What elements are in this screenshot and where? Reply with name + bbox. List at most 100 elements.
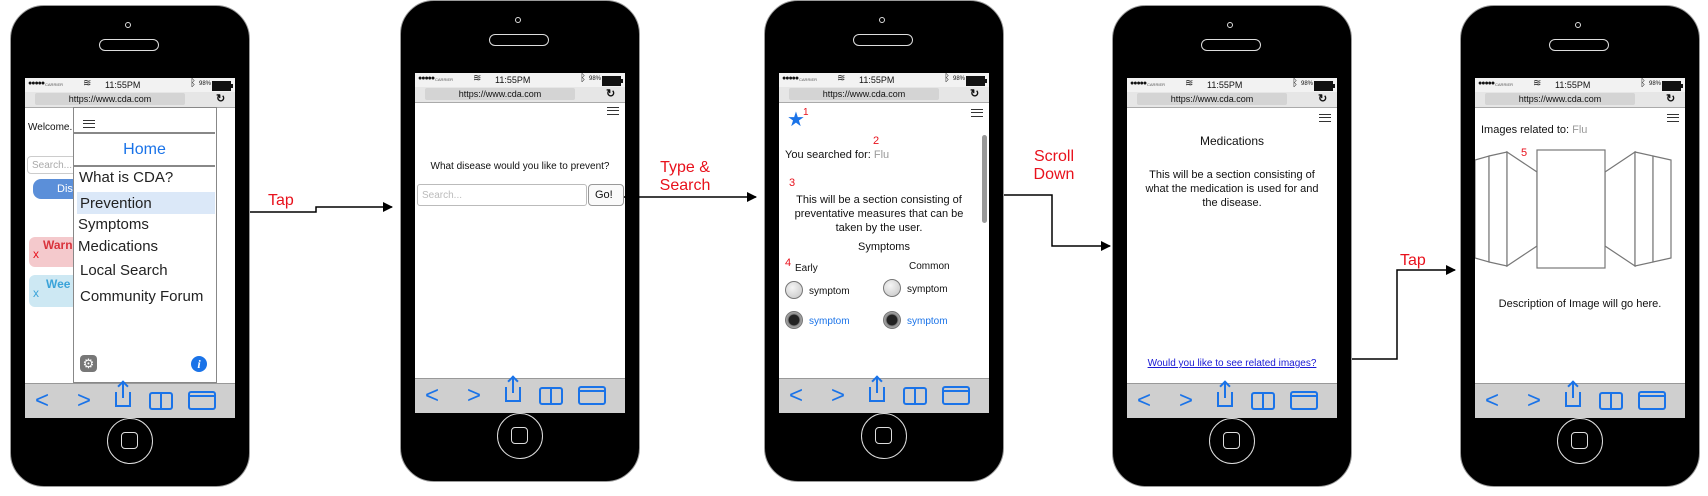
battery-icon [212,81,233,91]
search-placeholder: Search... [32,160,73,171]
share-icon[interactable] [1565,383,1581,407]
tabs-icon[interactable] [578,386,606,405]
wifi-icon: ≋ [1185,78,1194,89]
url-bar[interactable]: https://www.cda.com ↻ [779,87,989,103]
url-bar[interactable]: https://www.cda.com ↻ [25,92,235,108]
symptom-radio-common-1[interactable] [883,279,901,297]
tabs-icon[interactable] [1638,391,1666,410]
bluetooth-icon: ᛒ [1292,78,1298,89]
share-icon[interactable] [869,378,885,402]
phone-2: ●●●●● CARRIER ≋ 11:55PM ᛒ 98% https://ww… [400,0,640,482]
share-icon[interactable] [505,378,521,402]
url-text[interactable]: https://www.cda.com [1137,93,1287,105]
menu-icon[interactable] [607,107,619,115]
menu-item-medications[interactable]: Medications [78,238,158,255]
camera [125,22,131,28]
bookmarks-icon[interactable] [1251,392,1275,410]
menu-item-symptoms[interactable]: Symptoms [78,216,149,233]
back-icon[interactable]: < [35,387,49,415]
back-icon[interactable]: < [425,382,439,410]
image-caption: Description of Image will go here. [1498,298,1662,310]
back-icon[interactable]: < [1485,387,1499,415]
url-text[interactable]: https://www.cda.com [1485,93,1635,105]
camera [1575,22,1581,28]
browser-toolbar: < > [25,383,235,418]
home-button[interactable] [1557,418,1603,464]
url-bar[interactable]: https://www.cda.com ↻ [1127,92,1337,108]
reload-icon[interactable]: ↻ [970,87,979,100]
menu-icon[interactable] [1667,114,1679,122]
reload-icon[interactable]: ↻ [1318,92,1327,105]
speaker [1549,39,1609,51]
share-icon[interactable] [115,383,131,407]
forward-icon[interactable]: > [467,382,481,410]
tabs-icon[interactable] [942,386,970,405]
screen-home-menu: ●●●●● CARRIER ≋ 11:55PM ᛒ 98% https://ww… [25,78,235,418]
url-bar[interactable]: https://www.cda.com ↻ [415,87,625,103]
tabs-icon[interactable] [1290,391,1318,410]
back-icon[interactable]: < [1137,387,1151,415]
tabs-icon[interactable] [188,391,216,410]
menu-item-home[interactable]: Home [74,141,215,159]
home-button[interactable] [107,418,153,464]
forward-icon[interactable]: > [1527,387,1541,415]
cover-flow-carousel[interactable] [1475,142,1685,282]
medications-heading: Medications [1199,134,1265,148]
symptom-radio-early-2[interactable] [785,311,803,329]
battery-percent: 98% [953,76,966,82]
home-button[interactable] [861,413,907,459]
url-bar[interactable]: https://www.cda.com ↻ [1475,92,1685,108]
info-icon[interactable]: i [191,356,207,372]
forward-icon[interactable]: > [77,387,91,415]
forward-icon[interactable]: > [831,382,845,410]
symptom-radio-early-1[interactable] [785,281,803,299]
close-icon[interactable]: x [33,247,39,261]
bookmarks-icon[interactable] [149,392,173,410]
carousel-image-left-2 [1488,151,1508,267]
menu-item-what-is-cda[interactable]: What is CDA? [79,169,173,186]
speaker [99,39,159,51]
symptom-label: symptom [907,284,948,295]
battery-icon [602,76,623,86]
status-bar: ●●●●● CARRIER ≋ 11:55PM ᛒ 98% [779,73,989,87]
menu-icon[interactable] [971,109,983,117]
go-button[interactable]: Go! [588,184,624,206]
close-icon[interactable]: x [33,286,39,300]
scrollbar[interactable] [982,135,987,223]
reload-icon[interactable]: ↻ [216,92,225,105]
home-button[interactable] [1209,418,1255,464]
status-time: 11:55PM [495,75,531,85]
settings-icon[interactable]: ⚙ [80,355,97,372]
warning-alert-text: Warn [43,238,73,252]
battery-percent: 98% [589,76,602,82]
back-icon[interactable]: < [789,382,803,410]
symptom-label-selected: symptom [907,316,948,327]
reload-icon[interactable]: ↻ [606,87,615,100]
menu-item-local-search[interactable]: Local Search [80,262,168,279]
menu-item-prevention[interactable]: Prevention [80,195,152,212]
url-text[interactable]: https://www.cda.com [789,88,939,100]
bookmarks-icon[interactable] [539,387,563,405]
symptom-label-selected: symptom [809,316,850,327]
images-related-label: Images related to: Flu [1481,124,1587,136]
symptom-radio-common-2[interactable] [883,311,901,329]
menu-home-divider [74,165,215,167]
disease-search-input[interactable]: Search... [417,184,587,206]
menu-item-community-forum[interactable]: Community Forum [80,288,203,305]
carrier-label: CARRIER [799,77,818,82]
reload-icon[interactable]: ↻ [1666,92,1675,105]
searched-for-label: You searched for: Flu [785,149,889,161]
menu-icon[interactable] [83,120,95,128]
bookmarks-icon[interactable] [903,387,927,405]
bluetooth-icon: ᛒ [580,73,586,84]
flow-label-type-search: Type & Search [659,159,711,194]
home-button[interactable] [497,413,543,459]
related-images-link[interactable]: Would you like to see related images? [1127,358,1337,369]
url-text[interactable]: https://www.cda.com [35,93,185,105]
url-text[interactable]: https://www.cda.com [425,88,575,100]
menu-icon[interactable] [1319,114,1331,122]
bookmarks-icon[interactable] [1599,392,1623,410]
forward-icon[interactable]: > [1179,387,1193,415]
status-time: 11:55PM [1207,80,1243,90]
share-icon[interactable] [1217,383,1233,407]
